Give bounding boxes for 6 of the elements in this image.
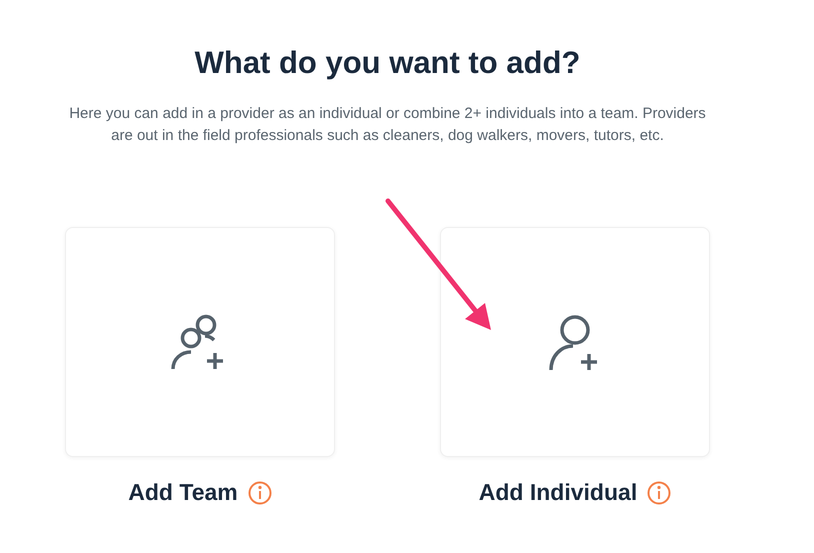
info-icon[interactable] — [248, 480, 272, 504]
info-icon[interactable] — [647, 480, 672, 504]
description-text: Here you can add in a provider as an individual or combine 2+ individuals into a team. Providers are out in the field professionals such as cleaners, dog walkers, movers, tutors, etc. — [68, 104, 707, 146]
page-heading: What do you want to add? — [194, 45, 580, 81]
option-label: Add Individual — [478, 479, 638, 506]
option-label: Add Team — [128, 479, 238, 506]
